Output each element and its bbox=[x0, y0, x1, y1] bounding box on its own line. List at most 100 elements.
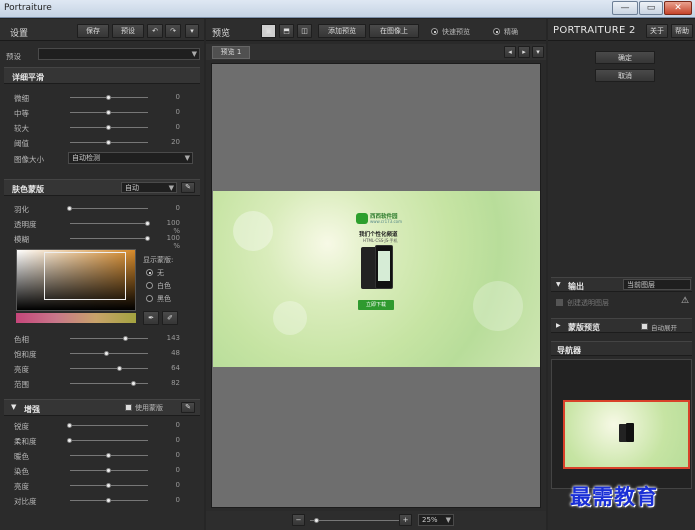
split-vertical-button[interactable]: ◫ bbox=[297, 24, 312, 38]
image-size-value: 自动检测 bbox=[72, 154, 100, 162]
skin-mode-dropdown[interactable]: 自动 ▼ bbox=[121, 182, 177, 193]
eyedropper-minus-icon[interactable]: ✐ bbox=[162, 311, 178, 325]
application-window: Portraiture — ▭ ✕ 设置 保存 预设 ↶ ↷ ▾ 预设 ▼ 详细… bbox=[0, 0, 695, 530]
slider-value: 0 bbox=[175, 123, 180, 131]
show-mask-label: 显示蒙版: bbox=[143, 256, 174, 264]
tab-next-button[interactable]: ▸ bbox=[518, 46, 530, 58]
slider-label: 饱和度 bbox=[14, 350, 37, 359]
slider-track[interactable] bbox=[70, 338, 148, 339]
slider-knob[interactable] bbox=[106, 110, 111, 115]
slider-knob[interactable] bbox=[123, 336, 129, 341]
right-header: PORTRAITURE 2 关于 帮助 bbox=[548, 19, 695, 41]
slider-knob[interactable] bbox=[116, 366, 122, 371]
slider-label: 微细 bbox=[14, 94, 29, 103]
output-dropdown[interactable]: 当前图层 bbox=[623, 279, 691, 290]
zoom-slider-track[interactable] bbox=[310, 520, 400, 521]
use-mask-label: 使用蒙版 bbox=[135, 404, 163, 412]
ad-download-button: 立即下载 bbox=[358, 300, 394, 310]
slider-value: 0 bbox=[175, 496, 180, 504]
add-preview-button[interactable]: 添加预览 bbox=[318, 24, 366, 38]
save-button[interactable]: 保存 bbox=[77, 24, 109, 38]
auto-expand-checkbox[interactable] bbox=[641, 323, 648, 330]
hue-range-bar[interactable] bbox=[16, 313, 136, 323]
slider-value: 0 bbox=[175, 466, 180, 474]
bokeh-circle bbox=[273, 301, 307, 335]
slider-knob[interactable] bbox=[106, 483, 111, 488]
fast-preview-radio[interactable] bbox=[431, 28, 438, 35]
tab-prev-button[interactable]: ◂ bbox=[504, 46, 516, 58]
slider-track[interactable] bbox=[70, 238, 148, 239]
overlay-button[interactable]: 在图像上 bbox=[369, 24, 419, 38]
preset-button[interactable]: 预设 bbox=[112, 24, 144, 38]
accurate-label: 精确 bbox=[504, 28, 518, 36]
slider-track[interactable] bbox=[70, 425, 148, 426]
eyedropper-button[interactable]: ✎ bbox=[181, 182, 195, 193]
tab-preview-1[interactable]: 预览 1 bbox=[212, 46, 250, 59]
slider-knob[interactable] bbox=[67, 438, 72, 443]
preset-dropdown[interactable]: ▼ bbox=[38, 48, 200, 60]
slider-knob[interactable] bbox=[106, 453, 111, 458]
maximize-button[interactable]: ▭ bbox=[639, 1, 663, 15]
color-range-box[interactable] bbox=[44, 252, 126, 300]
zoom-in-button[interactable]: + bbox=[399, 514, 412, 526]
zoom-out-button[interactable]: − bbox=[292, 514, 305, 526]
undo-button[interactable]: ↶ bbox=[147, 24, 163, 38]
slider-knob[interactable] bbox=[130, 381, 136, 386]
slider-value: 0 bbox=[175, 451, 180, 459]
single-view-button[interactable]: ▣ bbox=[261, 24, 276, 38]
ad-headline: 我们个性化频道 bbox=[359, 232, 398, 238]
help-button[interactable]: 帮助 bbox=[671, 24, 693, 38]
skin-mode-value: 自动 bbox=[125, 184, 139, 192]
tab-menu-button[interactable]: ▾ bbox=[532, 46, 544, 58]
zoom-slider-knob[interactable] bbox=[314, 518, 319, 523]
slider-knob[interactable] bbox=[106, 498, 111, 503]
mask-radio-black[interactable] bbox=[146, 295, 153, 302]
slider-track[interactable] bbox=[70, 383, 148, 384]
slider-knob[interactable] bbox=[106, 125, 111, 130]
about-button[interactable]: 关于 bbox=[646, 24, 668, 38]
ad-subtitle: www.cr173.com bbox=[370, 219, 403, 224]
slider-label: 透明度 bbox=[14, 220, 37, 229]
slider-knob[interactable] bbox=[106, 140, 111, 145]
redo-button[interactable]: ↷ bbox=[165, 24, 181, 38]
enhance-eyedropper-button[interactable]: ✎ bbox=[181, 402, 195, 413]
slider-knob[interactable] bbox=[67, 206, 72, 211]
slider-track[interactable] bbox=[70, 223, 148, 224]
slider-knob[interactable] bbox=[106, 468, 111, 473]
navigator-header[interactable]: 导航器 bbox=[551, 341, 692, 356]
window-title: Portraiture bbox=[4, 3, 52, 13]
left-header: 设置 保存 预设 ↶ ↷ ▾ bbox=[0, 19, 204, 41]
product-title: PORTRAITURE 2 bbox=[553, 25, 636, 36]
section-enhance-header[interactable]: ▼ 增强 bbox=[4, 399, 200, 416]
slider-knob[interactable] bbox=[104, 351, 110, 356]
eyedropper-icon[interactable]: ✒ bbox=[143, 311, 159, 325]
image-size-dropdown[interactable]: 自动检测 ▼ bbox=[68, 152, 193, 164]
mask-radio-white[interactable] bbox=[146, 282, 153, 289]
transparent-layer-checkbox[interactable] bbox=[556, 299, 563, 306]
slider-knob[interactable] bbox=[106, 95, 111, 100]
slider-knob[interactable] bbox=[145, 221, 150, 226]
section-detail-header[interactable]: 详细平滑 bbox=[4, 67, 200, 84]
slider-track[interactable] bbox=[70, 440, 148, 441]
mask-radio-none[interactable] bbox=[146, 269, 153, 276]
slider-track[interactable] bbox=[70, 208, 148, 209]
slider-knob[interactable] bbox=[67, 423, 72, 428]
slider-label: 羽化 bbox=[14, 205, 29, 214]
slider-track[interactable] bbox=[70, 368, 148, 369]
minimize-button[interactable]: — bbox=[612, 1, 638, 15]
navigator-view[interactable] bbox=[551, 359, 692, 489]
ok-button[interactable]: 确定 bbox=[595, 51, 655, 64]
settings-menu-button[interactable]: ▾ bbox=[185, 24, 199, 38]
split-horizontal-button[interactable]: ⬒ bbox=[279, 24, 294, 38]
slider-value: 64 bbox=[171, 364, 180, 372]
cancel-button[interactable]: 取消 bbox=[595, 69, 655, 82]
slider-knob[interactable] bbox=[145, 236, 150, 241]
use-mask-checkbox[interactable] bbox=[125, 404, 132, 411]
zoom-value: 25% bbox=[422, 516, 438, 524]
zoom-dropdown[interactable]: 25% ▼ bbox=[418, 514, 454, 526]
navigator-viewport[interactable] bbox=[563, 400, 690, 469]
output-value: 当前图层 bbox=[627, 281, 655, 289]
accurate-radio[interactable] bbox=[493, 28, 500, 35]
preview-canvas[interactable]: 西西软件园 www.cr173.com 我们个性化频道 HTML·CSS·JS·… bbox=[211, 63, 541, 508]
close-button[interactable]: ✕ bbox=[664, 1, 692, 15]
